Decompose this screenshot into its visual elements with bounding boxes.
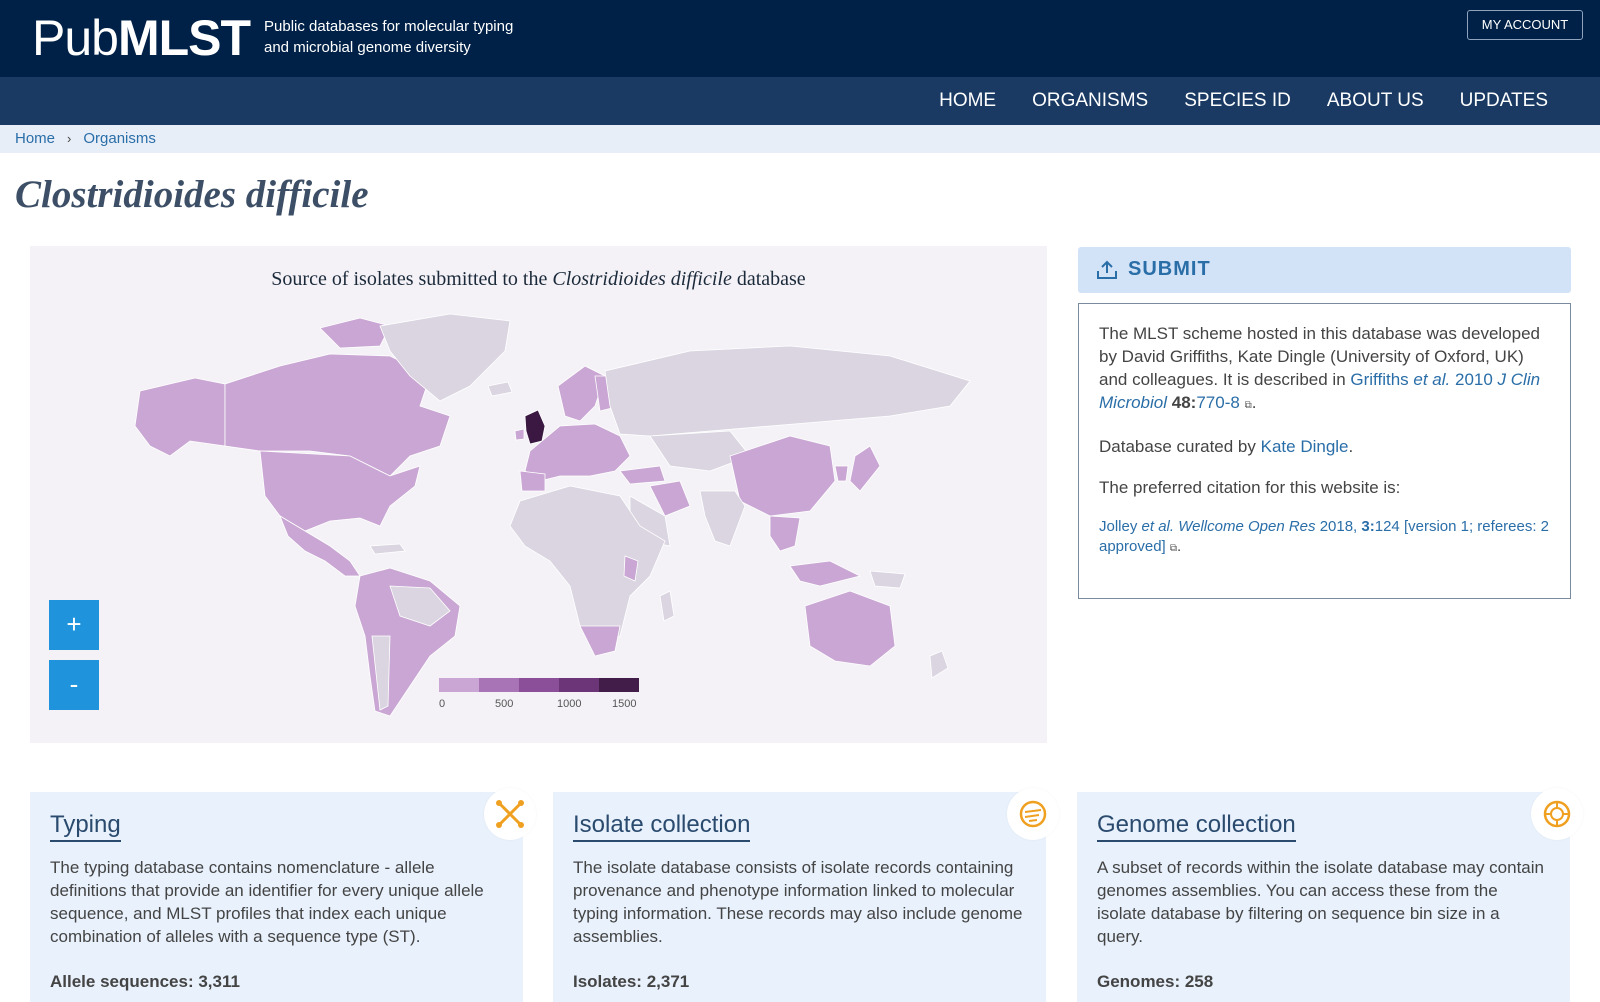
typing-description: The typing database contains nomenclatur… [50,858,484,946]
database-info-box: The MLST scheme hosted in this database … [1078,303,1571,599]
scheme-description: The MLST scheme hosted in this database … [1099,324,1541,412]
zoom-out-button[interactable]: - [49,660,99,710]
isolate-count: Isolates: 2,371 [573,972,690,991]
map-country-india[interactable] [699,490,746,547]
curator-link[interactable]: Kate Dingle [1261,437,1349,456]
map-country-china[interactable] [729,435,836,517]
legend-color-scale [439,678,649,692]
allele-count: Allele sequences: 3,311 [50,972,240,991]
map-country-iceland[interactable] [487,381,513,397]
isolate-source-map-panel: Source of isolates submitted to the Clos… [30,246,1047,743]
map-country-turkey[interactable] [619,465,666,485]
legend-swatch [479,678,519,692]
map-country-south-africa[interactable] [579,625,621,657]
submit-label: SUBMIT [1128,258,1211,280]
legend-swatch [439,678,479,692]
map-canada-islands[interactable] [319,317,391,349]
legend-swatch [519,678,559,692]
nav-about-us[interactable]: ABOUT US [1327,77,1424,125]
external-link-icon: ⧉ [1169,543,1178,554]
map-country-indonesia[interactable] [789,560,862,587]
genome-description: A subset of records within the isolate d… [1097,858,1544,946]
chevron-right-icon: › [67,131,72,146]
curator-line: Database curated by Kate Dingle. [1099,437,1354,456]
nav-updates[interactable]: UPDATES [1460,77,1548,125]
map-country-papua-new-guinea[interactable] [869,570,906,589]
map-caribbean[interactable] [369,543,406,555]
pubmlst-logo[interactable]: PubMLST [32,10,251,66]
isolate-description: The isolate database consists of isolate… [573,858,1023,946]
citation-link[interactable]: Jolley et al. Wellcome Open Res 2018, 3:… [1099,518,1549,555]
submit-button[interactable]: SUBMIT [1078,247,1571,293]
map-country-uk[interactable] [524,409,546,445]
legend-label-500: 500 [495,698,514,710]
genome-count: Genomes: 258 [1097,972,1214,991]
map-country-japan[interactable] [849,445,881,492]
map-country-madagascar[interactable] [659,590,675,622]
typing-card: Typing The typing database contains nome… [30,788,536,1002]
breadcrumb: Home › Organisms [0,125,1600,153]
legend-label-1000: 1000 [557,698,582,710]
map-country-alaska[interactable] [134,377,226,457]
genome-card: Genome collection A subset of records wi… [1077,788,1583,1002]
breadcrumb-home[interactable]: Home [15,125,55,153]
typing-title-link[interactable]: Typing [50,810,121,842]
isolate-icon [1007,788,1059,840]
page-title: Clostridioides difficile [15,173,369,216]
map-country-russia[interactable] [604,345,971,437]
map-country-new-zealand[interactable] [929,650,949,679]
main-nav: HOME ORGANISMS SPECIES ID ABOUT US UPDAT… [0,77,1600,125]
my-account-button[interactable]: MY ACCOUNT [1467,10,1583,40]
reference-pages-link[interactable]: 770-8 [1196,393,1239,412]
citation-intro: The preferred citation for this website … [1099,478,1401,497]
map-legend: 0 500 1000 1500 [439,678,649,714]
upload-icon [1097,260,1117,279]
breadcrumb-organisms[interactable]: Organisms [83,125,156,153]
zoom-in-button[interactable]: + [49,600,99,650]
isolate-title-link[interactable]: Isolate collection [573,810,751,842]
map-country-ireland[interactable] [514,428,525,441]
map-country-australia[interactable] [804,590,896,667]
isolate-card: Isolate collection The isolate database … [553,788,1059,1002]
genome-icon [1531,788,1583,840]
typing-icon [484,788,536,840]
top-header: PubMLST Public databases for molecular t… [0,0,1600,77]
map-title: Source of isolates submitted to the Clos… [271,268,806,290]
genome-title-link[interactable]: Genome collection [1097,810,1296,842]
nav-home[interactable]: HOME [939,77,996,125]
legend-label-1500: 1500 [612,698,637,710]
citation-reference: Jolley et al. Wellcome Open Res 2018, 3:… [1099,518,1550,555]
world-map[interactable] [90,306,1010,726]
legend-label-0: 0 [439,698,446,710]
legend-swatch [559,678,599,692]
legend-swatch [599,678,639,692]
site-tagline: Public databases for molecular typing an… [264,16,513,58]
map-southeast-asia[interactable] [769,515,801,552]
nav-organisms[interactable]: ORGANISMS [1032,77,1148,125]
tagline-line-1: Public databases for molecular typing [264,18,514,35]
tagline-line-2: and microbial genome diversity [264,39,471,56]
map-country-spain[interactable] [519,470,546,492]
map-country-korea[interactable] [834,465,849,482]
external-link-icon: ⧉ [1244,400,1252,411]
nav-species-id[interactable]: SPECIES ID [1184,77,1291,125]
